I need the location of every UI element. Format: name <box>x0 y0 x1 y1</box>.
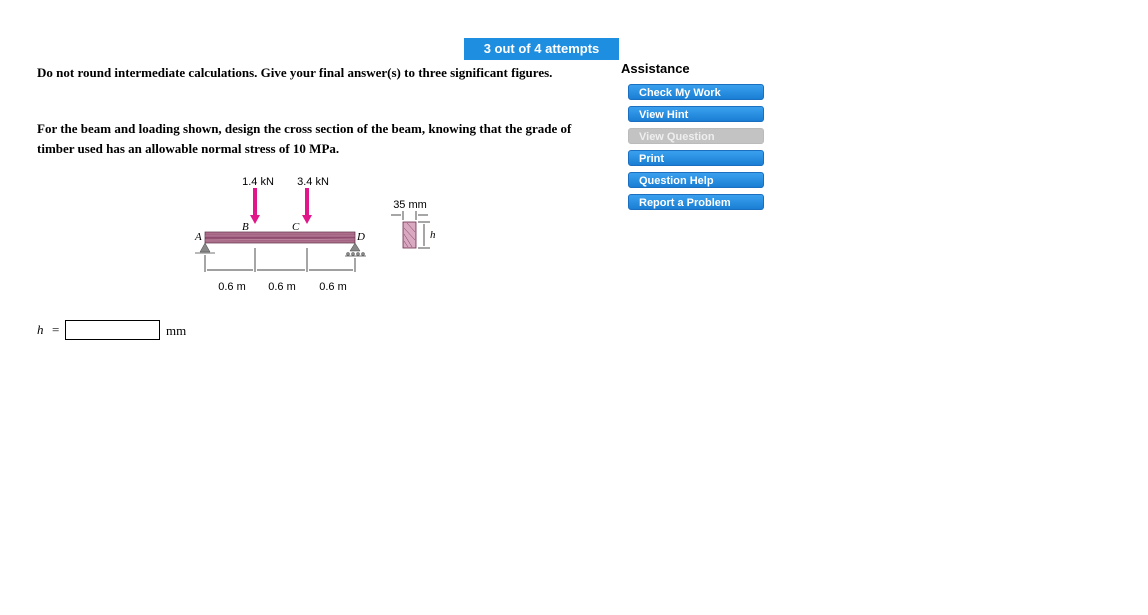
span-ab-label: 0.6 m <box>218 281 246 293</box>
question-help-button[interactable]: Question Help <box>628 172 764 188</box>
point-b-label: B <box>242 221 249 233</box>
point-c-label: C <box>292 221 300 233</box>
span-dimensions <box>204 248 356 272</box>
load-label-b: 1.4 kN <box>242 176 274 188</box>
answer-variable: h <box>37 322 44 337</box>
roller-support-icon <box>345 242 366 257</box>
question-text: For the beam and loading shown, design t… <box>37 121 572 156</box>
load-label-c: 3.4 kN <box>297 176 329 188</box>
h-answer-input[interactable] <box>65 320 160 340</box>
span-cd-label: 0.6 m <box>319 281 347 293</box>
section-width-dimension <box>391 211 428 220</box>
view-hint-button[interactable]: View Hint <box>628 106 764 122</box>
section-height-dimension <box>418 221 430 249</box>
attempts-badge: 3 out of 4 attempts <box>464 38 619 60</box>
answer-unit: mm <box>166 323 187 338</box>
instructions-text: Do not round intermediate calculations. … <box>37 65 553 80</box>
load-arrow-c <box>302 188 312 224</box>
beam-diagram: 1.4 kN 3.4 kN A B C D 0.6 m 0.6 m 0.6 m <box>194 176 436 293</box>
pin-support-icon <box>199 242 211 253</box>
point-d-label: D <box>356 231 365 243</box>
beam <box>204 231 356 244</box>
view-question-button: View Question <box>628 128 764 144</box>
check-my-work-button[interactable]: Check My Work <box>628 84 764 100</box>
point-a-label: A <box>194 231 202 243</box>
load-arrow-b <box>250 188 260 224</box>
print-button[interactable]: Print <box>628 150 764 166</box>
report-problem-button[interactable]: Report a Problem <box>628 194 764 210</box>
section-height-label: h <box>430 229 436 241</box>
span-bc-label: 0.6 m <box>268 281 296 293</box>
answer-equals: = <box>52 322 60 337</box>
section-width-label: 35 mm <box>393 199 427 211</box>
assistance-title: Assistance <box>621 61 690 76</box>
